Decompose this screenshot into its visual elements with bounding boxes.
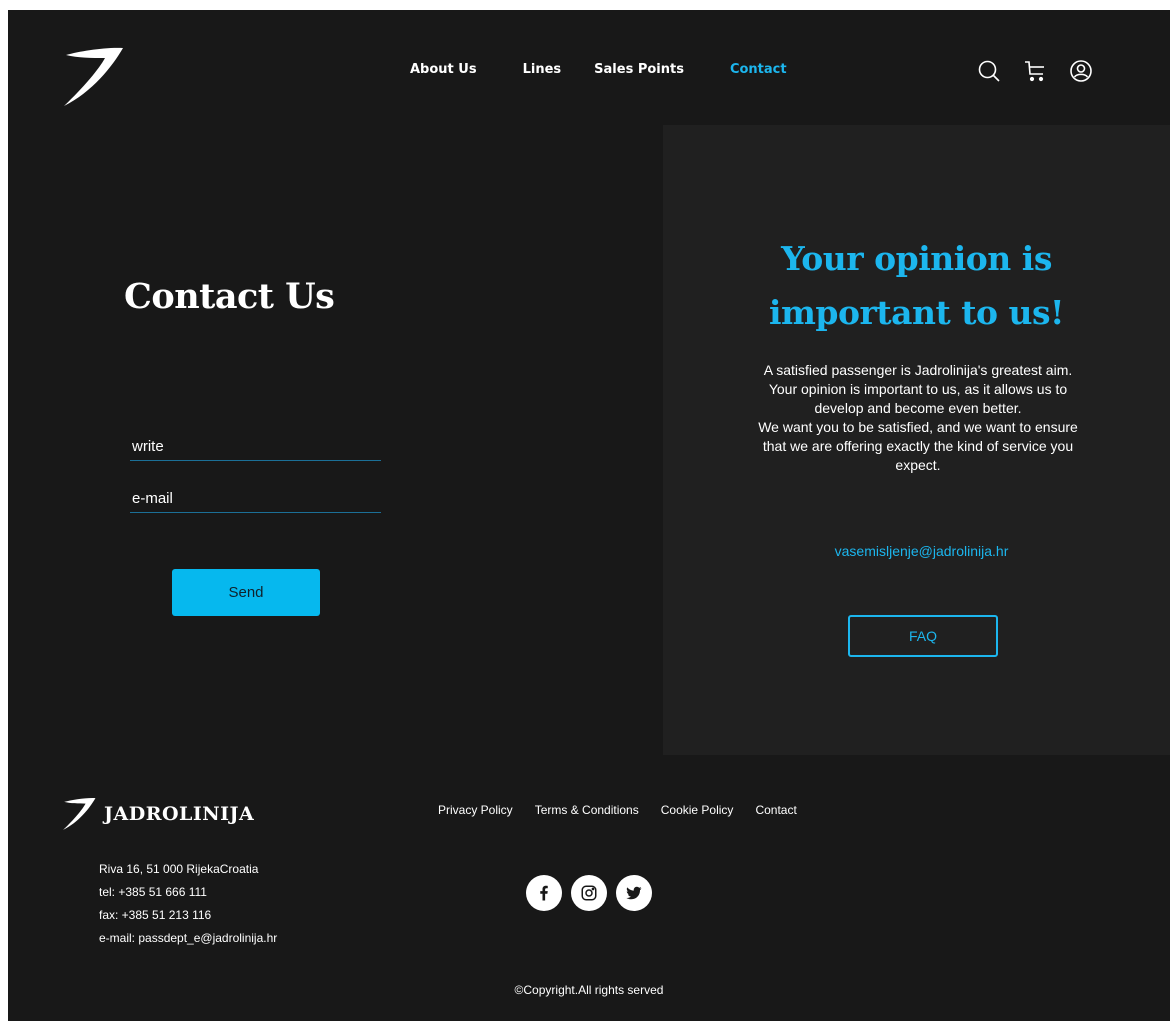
nav-about-us[interactable]: About Us <box>410 62 477 77</box>
footer-link-contact[interactable]: Contact <box>755 803 796 817</box>
footer-link-terms[interactable]: Terms & Conditions <box>535 803 639 817</box>
search-icon[interactable] <box>976 58 1002 84</box>
send-button[interactable]: Send <box>172 569 320 616</box>
footer-brand: JADROLINIJA <box>104 803 255 825</box>
cart-icon[interactable] <box>1022 58 1048 84</box>
twitter-icon[interactable] <box>616 875 652 911</box>
email-input[interactable] <box>130 490 383 507</box>
opinion-text-line: develop and become even better. <box>814 400 1022 416</box>
jadrolinija-logo-icon <box>63 798 96 830</box>
header-actions <box>976 58 1094 84</box>
footer-logo[interactable]: JADROLINIJA <box>62 797 254 831</box>
opinion-email-link[interactable]: vasemisljenje@jadrolinija.hr <box>663 543 1170 559</box>
opinion-panel: Your opinion is important to us! A satis… <box>663 125 1170 755</box>
email-field-wrapper <box>130 490 383 513</box>
address-line: Riva 16, 51 000 RijekaCroatia <box>99 862 259 876</box>
opinion-text-line: A satisfied passenger is Jadrolinija's g… <box>763 362 1073 378</box>
nav-contact[interactable]: Contact <box>730 62 787 77</box>
nav-lines[interactable]: Lines <box>523 62 562 77</box>
write-field-wrapper <box>130 438 383 461</box>
email-line: e-mail: passdept_e@jadrolinija.hr <box>99 931 278 945</box>
opinion-text-line: Your opinion is important to us, as it a… <box>768 381 1068 397</box>
user-icon[interactable] <box>1068 58 1094 84</box>
opinion-text: A satisfied passenger is Jadrolinija's g… <box>723 361 1113 475</box>
fax-line: fax: +385 51 213 116 <box>99 908 212 922</box>
jadrolinija-logo-icon[interactable] <box>62 47 124 107</box>
opinion-text-line: that we are offering exactly the kind of… <box>762 438 1074 454</box>
nav-sales-points[interactable]: Sales Points <box>594 62 684 77</box>
social-links <box>526 875 652 911</box>
contact-title: Contact Us <box>124 276 335 317</box>
footer-links: Privacy Policy Terms & Conditions Cookie… <box>438 803 797 817</box>
write-input[interactable] <box>130 438 383 455</box>
opinion-title: Your opinion is important to us! <box>768 239 1065 332</box>
main-nav: About Us Lines Sales Points Contact <box>410 62 787 77</box>
copyright: ©Copyright.All rights served <box>514 983 664 997</box>
opinion-text-line: expect. <box>895 457 941 473</box>
footer-link-privacy-policy[interactable]: Privacy Policy <box>438 803 513 817</box>
opinion-text-line: We want you to be satisfied, and we want… <box>758 419 1078 435</box>
footer-link-cookie-policy[interactable]: Cookie Policy <box>661 803 734 817</box>
faq-button[interactable]: FAQ <box>848 615 998 657</box>
instagram-icon[interactable] <box>571 875 607 911</box>
footer-address: Riva 16, 51 000 RijekaCroatia tel: +385 … <box>99 858 277 950</box>
facebook-icon[interactable] <box>526 875 562 911</box>
page: About Us Lines Sales Points Contact Cont… <box>8 10 1170 1021</box>
phone-line: tel: +385 51 666 111 <box>99 885 207 899</box>
